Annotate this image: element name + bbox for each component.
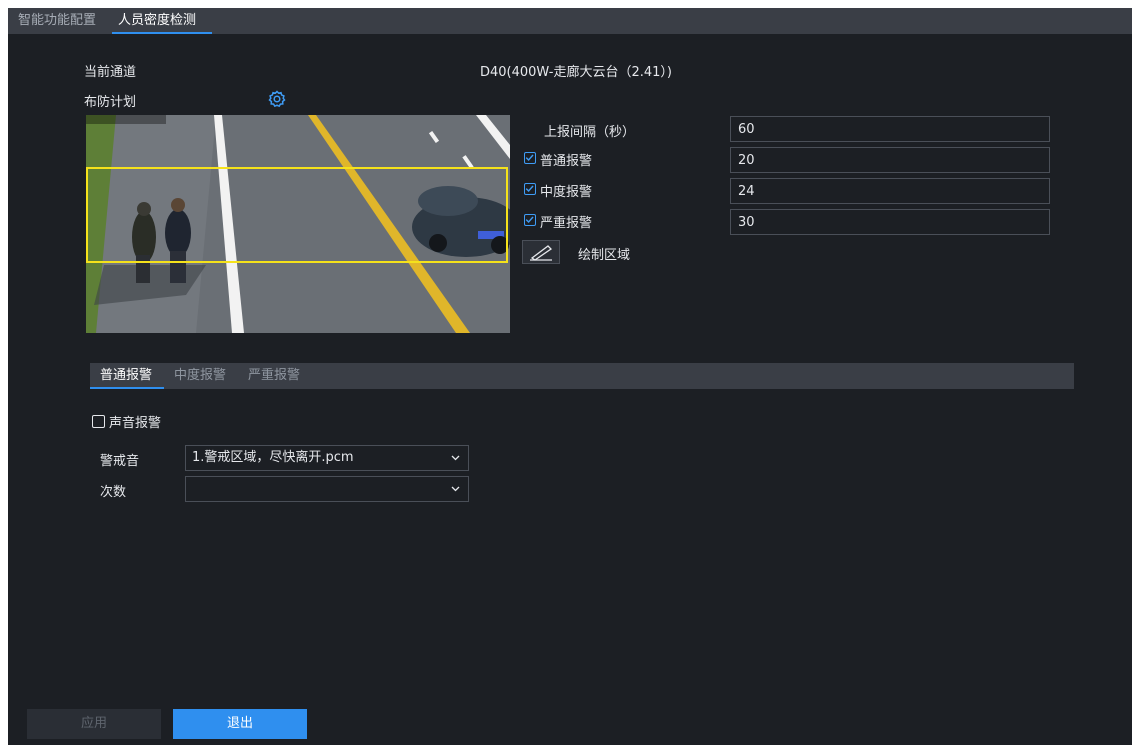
severe-alarm-checkbox[interactable]: [524, 214, 536, 226]
tab-density-detection[interactable]: 人员密度检测: [118, 8, 196, 34]
detection-zone[interactable]: [86, 167, 508, 263]
settings-window: 智能功能配置 人员密度检测 当前通道 D40(400W-走廊大云台（2.41）)…: [8, 8, 1132, 745]
alert-sound-value: 1.警戒区域，尽快离开.pcm: [192, 450, 354, 465]
chevron-down-icon: [451, 486, 460, 492]
severe-alarm-input[interactable]: [730, 209, 1050, 235]
check-icon: [525, 216, 534, 224]
draw-area-button[interactable]: [522, 240, 560, 264]
sound-alarm-label: 声音报警: [109, 416, 162, 431]
medium-alarm-label: 中度报警: [540, 185, 593, 200]
chevron-down-icon: [451, 455, 460, 461]
schedule-label: 布防计划: [84, 95, 137, 110]
draw-area-label: 绘制区域: [578, 248, 631, 263]
interval-label: 上报间隔（秒）: [544, 125, 636, 140]
channel-label: 当前通道: [84, 65, 137, 80]
sound-alarm-checkbox[interactable]: [92, 415, 105, 428]
tab-severe-alarm[interactable]: 严重报警: [248, 363, 300, 389]
exit-button[interactable]: 退出: [173, 709, 307, 739]
normal-alarm-checkbox[interactable]: [524, 152, 536, 164]
alert-sound-select[interactable]: 1.警戒区域，尽快离开.pcm: [185, 445, 469, 471]
camera-preview[interactable]: [86, 115, 510, 333]
interval-input[interactable]: [730, 116, 1050, 142]
check-icon: [525, 185, 534, 193]
tab-medium-alarm[interactable]: 中度报警: [174, 363, 226, 389]
severe-alarm-label: 严重报警: [540, 216, 593, 231]
medium-alarm-input[interactable]: [730, 178, 1050, 204]
active-tab-underline: [90, 387, 164, 389]
count-label: 次数: [100, 485, 127, 500]
pen-icon: [530, 245, 553, 261]
check-icon: [525, 154, 534, 162]
count-select[interactable]: [185, 476, 469, 502]
top-tab-bar: 智能功能配置 人员密度检测: [8, 8, 1132, 34]
alarm-level-tabs: 普通报警 中度报警 严重报警: [90, 363, 1074, 389]
normal-alarm-input[interactable]: [730, 147, 1050, 173]
normal-alarm-label: 普通报警: [540, 154, 593, 169]
tab-smart-config[interactable]: 智能功能配置: [18, 8, 96, 34]
apply-button[interactable]: 应用: [27, 709, 161, 739]
tab-normal-alarm[interactable]: 普通报警: [100, 363, 152, 389]
active-tab-underline: [112, 32, 212, 34]
alert-sound-label: 警戒音: [100, 454, 140, 469]
channel-value: D40(400W-走廊大云台（2.41）): [480, 65, 672, 80]
gear-icon[interactable]: [267, 89, 287, 109]
medium-alarm-checkbox[interactable]: [524, 183, 536, 195]
